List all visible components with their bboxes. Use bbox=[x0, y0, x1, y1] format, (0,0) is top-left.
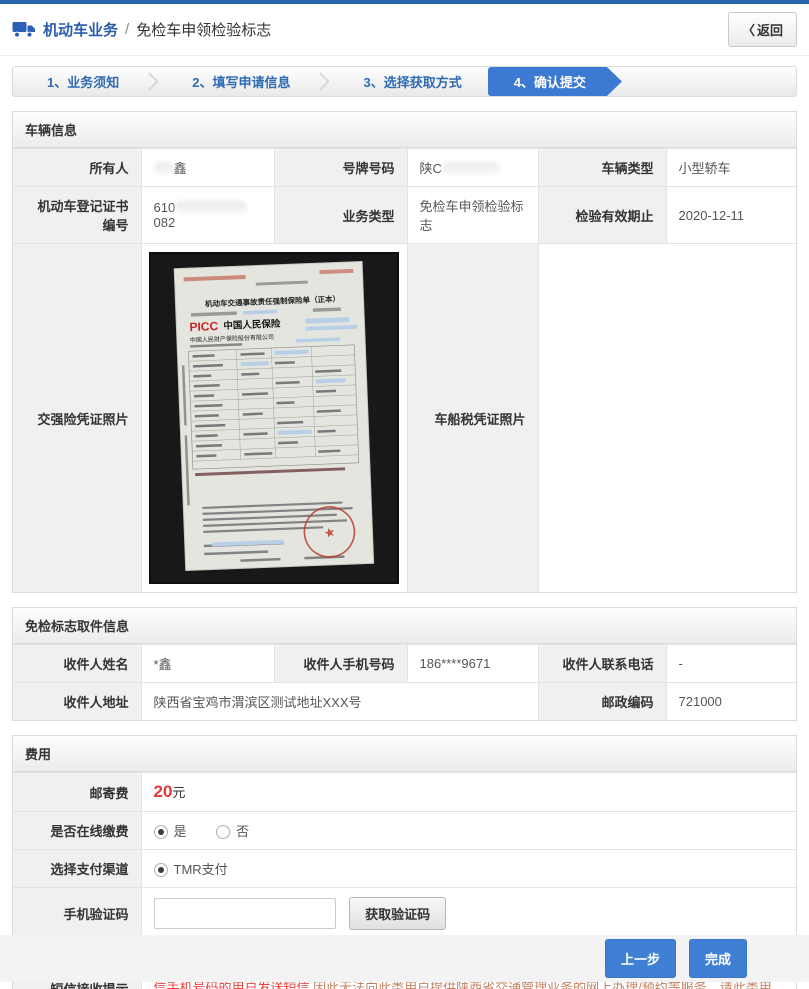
tab-step-notice[interactable]: 1、业务须知 bbox=[13, 67, 129, 96]
section-title: 车辆信息 bbox=[13, 112, 796, 148]
section-pickup-info: 免检标志取件信息 收件人姓名 *鑫 收件人手机号码 186****9671 收件… bbox=[12, 607, 798, 721]
recipient-address-value: 陕西省宝鸡市渭滨区测试地址XXX号 bbox=[140, 682, 539, 720]
footer-bar: 上一步 完成 bbox=[0, 935, 809, 982]
step-tabs: 1、业务须知 2、填写申请信息 3、选择获取方式 4、确认提交 bbox=[12, 66, 797, 97]
tab-step-delivery-method[interactable]: 3、选择获取方式 bbox=[329, 67, 471, 96]
table-row: 选择支付渠道 TMR支付 bbox=[13, 849, 796, 888]
owner-label: 所有人 bbox=[13, 148, 142, 187]
section-vehicle-info: 车辆信息 所有人 鑫 号牌号码 陕C 车辆类型 小型轿车 机动车登记证书编号 6… bbox=[12, 111, 798, 593]
pickup-info-table: 收件人姓名 *鑫 收件人手机号码 186****9671 收件人联系电话 - 收… bbox=[13, 644, 798, 720]
plate-value: 陕C bbox=[406, 148, 539, 187]
option-label: 否 bbox=[236, 824, 250, 839]
section-title: 免检标志取件信息 bbox=[13, 608, 796, 644]
cert-number-value: 610082 bbox=[140, 186, 275, 244]
tab-step-fill-info[interactable]: 2、填写申请信息 bbox=[158, 67, 300, 96]
tax-photo-cell bbox=[537, 243, 798, 592]
business-type-value: 免检车申领检验标志 bbox=[406, 186, 539, 244]
redaction-blur bbox=[175, 201, 248, 214]
recipient-phone-label: 收件人联系电话 bbox=[537, 644, 667, 683]
truck-icon bbox=[12, 21, 36, 38]
valid-until-label: 检验有效期止 bbox=[537, 186, 667, 244]
vehicle-info-table: 所有人 鑫 号牌号码 陕C 车辆类型 小型轿车 机动车登记证书编号 610082… bbox=[13, 148, 798, 592]
back-chevron-icon: 〈 bbox=[741, 23, 755, 38]
recipient-name-value: *鑫 bbox=[140, 644, 275, 683]
radio-yes-icon[interactable] bbox=[153, 825, 168, 839]
breadcrumb-section: 机动车业务 bbox=[43, 22, 119, 39]
table-row: 所有人 鑫 号牌号码 陕C 车辆类型 小型轿车 bbox=[13, 148, 798, 187]
table-row: 机动车登记证书编号 610082 业务类型 免检车申领检验标志 检验有效期止 2… bbox=[13, 186, 798, 244]
insurance-photo-cell: 机动车交通事故责任强制保险单（正本） PICC 中国人民保险 中国人民财产保险股… bbox=[140, 243, 408, 592]
finish-button[interactable]: 完成 bbox=[688, 939, 747, 978]
recipient-name-label: 收件人姓名 bbox=[13, 644, 142, 683]
recipient-address-label: 收件人地址 bbox=[13, 682, 142, 720]
recipient-mobile-label: 收件人手机号码 bbox=[273, 644, 408, 683]
vehicle-type-value: 小型轿车 bbox=[665, 148, 798, 187]
online-pay-label: 是否在线缴费 bbox=[13, 811, 142, 850]
tab-step-confirm-submit[interactable]: 4、确认提交 bbox=[488, 67, 622, 96]
online-pay-option-yes[interactable]: 是 bbox=[153, 824, 187, 839]
postcode-label: 邮政编码 bbox=[537, 682, 667, 720]
page: 机动车业务 / 免检车申领检验标志 〈返回 1、业务须知 2、填写申请信息 3、… bbox=[0, 0, 809, 989]
option-label: 是 bbox=[173, 824, 187, 839]
table-row: 邮寄费 20元 bbox=[13, 772, 796, 812]
recipient-mobile-value: 186****9671 bbox=[406, 644, 539, 683]
table-row: 收件人姓名 *鑫 收件人手机号码 186****9671 收件人联系电话 - bbox=[13, 644, 798, 683]
back-label: 返回 bbox=[756, 23, 783, 38]
chevron-right-icon bbox=[140, 72, 159, 91]
tax-photo-label: 车船税凭证照片 bbox=[406, 243, 539, 592]
redaction-blur bbox=[153, 162, 174, 175]
app-header: 机动车业务 / 免检车申领检验标志 〈返回 bbox=[0, 4, 809, 56]
breadcrumb: 机动车业务 / 免检车申领检验标志 bbox=[12, 19, 271, 40]
payment-channel-label: 选择支付渠道 bbox=[13, 849, 142, 888]
owner-value: 鑫 bbox=[140, 148, 275, 187]
step-label: 2、填写申请信息 bbox=[192, 75, 291, 90]
step-label: 1、业务须知 bbox=[47, 75, 120, 90]
recipient-phone-value: - bbox=[665, 644, 798, 683]
chevron-right-icon bbox=[311, 72, 331, 91]
option-label: TMR支付 bbox=[173, 862, 228, 877]
cert-number-label: 机动车登记证书编号 bbox=[13, 186, 142, 244]
vehicle-type-label: 车辆类型 bbox=[537, 148, 667, 187]
payment-channel-options: TMR支付 bbox=[140, 849, 796, 888]
postcode-value: 721000 bbox=[665, 682, 798, 720]
postage-value: 20元 bbox=[140, 772, 796, 812]
step-label: 3、选择获取方式 bbox=[363, 75, 462, 90]
plate-label: 号牌号码 bbox=[273, 148, 408, 187]
photo-brand: PICC bbox=[189, 319, 219, 334]
breadcrumb-divider: / bbox=[125, 21, 130, 38]
insurance-document-photo: 机动车交通事故责任强制保险单（正本） PICC 中国人民保险 中国人民财产保险股… bbox=[149, 252, 399, 584]
radio-tmr-icon[interactable] bbox=[153, 863, 168, 877]
radio-no-icon[interactable] bbox=[216, 825, 231, 839]
table-row: 手机验证码 获取验证码 bbox=[13, 887, 796, 940]
section-title: 费用 bbox=[13, 736, 796, 772]
online-pay-option-no[interactable]: 否 bbox=[216, 824, 249, 839]
payment-channel-option-tmr[interactable]: TMR支付 bbox=[153, 862, 228, 877]
get-captcha-button[interactable]: 获取验证码 bbox=[349, 897, 447, 930]
captcha-cell: 获取验证码 bbox=[140, 887, 796, 940]
step-label: 4、确认提交 bbox=[513, 75, 586, 90]
table-row: 交强险凭证照片 机动车交通事故责任强制保险单（正本） PICC 中国人民保险 中… bbox=[13, 243, 798, 592]
captcha-input[interactable] bbox=[153, 898, 336, 929]
table-row: 是否在线缴费 是 否 bbox=[13, 811, 796, 850]
postage-label: 邮寄费 bbox=[13, 772, 142, 812]
prev-step-button[interactable]: 上一步 bbox=[604, 939, 676, 978]
back-button[interactable]: 〈返回 bbox=[727, 12, 797, 47]
table-row: 收件人地址 陕西省宝鸡市渭滨区测试地址XXX号 邮政编码 721000 bbox=[13, 682, 798, 720]
captcha-label: 手机验证码 bbox=[13, 887, 142, 940]
valid-until-value: 2020-12-11 bbox=[665, 186, 798, 244]
business-type-label: 业务类型 bbox=[273, 186, 408, 244]
postage-amount: 20 bbox=[153, 782, 173, 801]
redaction-blur bbox=[441, 162, 500, 175]
postage-unit: 元 bbox=[172, 785, 186, 800]
insurance-photo-label: 交强险凭证照片 bbox=[13, 243, 142, 592]
photo-brand-name: 中国人民保险 bbox=[223, 318, 281, 332]
online-pay-options: 是 否 bbox=[140, 811, 796, 850]
page-title: 免检车申领检验标志 bbox=[136, 22, 272, 39]
